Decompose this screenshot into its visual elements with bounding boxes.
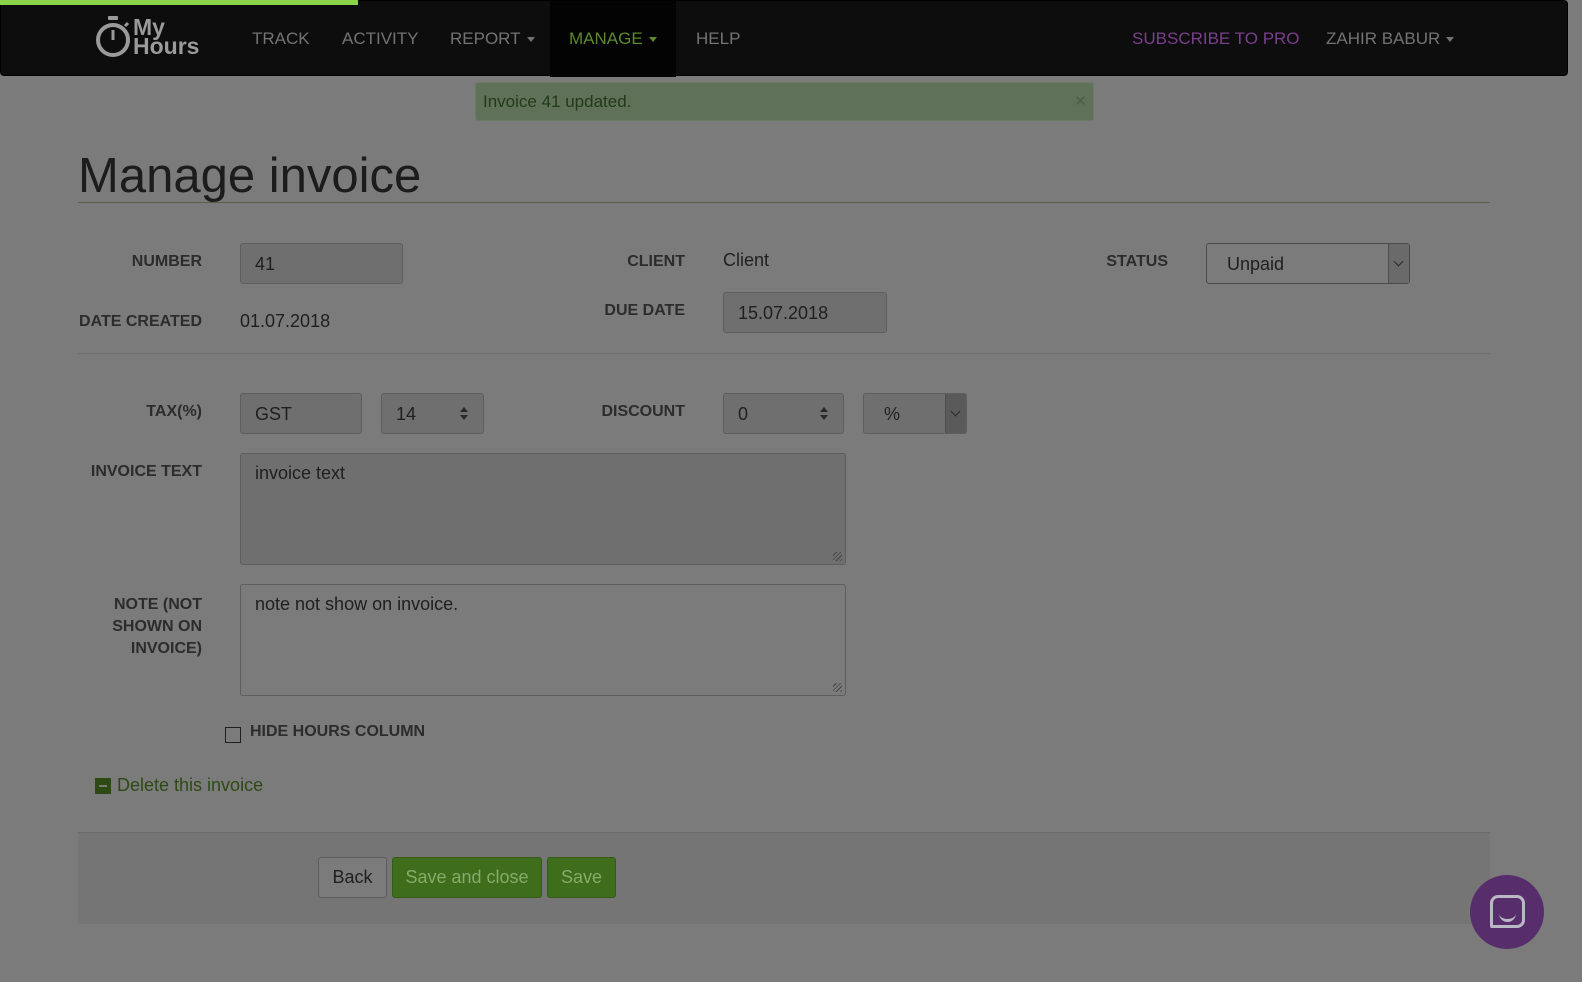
close-icon[interactable]: × — [1075, 83, 1086, 120]
spinner-arrows-icon[interactable] — [459, 407, 469, 421]
nav-user-label: ZAHIR BABUR — [1326, 29, 1441, 48]
nav-manage[interactable]: MANAGE — [550, 1, 676, 77]
top-navbar: My Hours TRACK ACTIVITY REPORT MANAGE HE… — [0, 0, 1568, 77]
discount-value: 0 — [738, 404, 749, 424]
tax-label: TAX(%) — [146, 403, 202, 420]
caret-down-icon — [526, 37, 535, 43]
chat-launcher-button[interactable] — [1470, 875, 1544, 949]
form-actions-bar — [78, 832, 1490, 924]
nav-activity-label: ACTIVITY — [342, 29, 419, 48]
logo-text: My Hours — [133, 16, 200, 59]
nav-report[interactable]: REPORT — [450, 1, 535, 77]
logo[interactable]: My Hours — [95, 15, 199, 59]
nav-manage-label: MANAGE — [569, 29, 643, 48]
spinner-arrows-icon[interactable] — [819, 407, 829, 421]
hide-hours-label[interactable]: HIDE HOURS COLUMN — [250, 723, 425, 741]
chevron-down-icon — [945, 394, 966, 433]
nav-track-label: TRACK — [252, 29, 310, 48]
number-value: 41 — [255, 254, 276, 274]
minus-square-icon — [95, 777, 111, 794]
due-date-input[interactable]: 15.07.2018 — [723, 292, 887, 333]
due-date-label: DUE DATE — [604, 302, 685, 319]
resize-handle-icon[interactable] — [833, 683, 842, 692]
client-value: Client — [723, 250, 770, 270]
logo-text-line2: Hours — [133, 33, 200, 59]
caret-down-icon — [648, 37, 657, 43]
save-and-close-button[interactable]: Save and close — [392, 857, 542, 898]
nav-subscribe-pro[interactable]: SUBSCRIBE TO PRO — [1132, 1, 1300, 77]
nav-activity[interactable]: ACTIVITY — [342, 1, 419, 77]
due-date-value: 15.07.2018 — [738, 303, 829, 323]
number-label: NUMBER — [131, 253, 202, 270]
stopwatch-icon — [95, 15, 131, 59]
number-input[interactable]: 41 — [240, 243, 403, 284]
chevron-down-icon — [1388, 244, 1409, 283]
discount-stepper[interactable]: 0 — [723, 393, 844, 434]
save-button[interactable]: Save — [547, 857, 616, 898]
delete-invoice-label: Delete this invoice — [117, 775, 264, 795]
note-value: note not show on invoice. — [255, 594, 459, 614]
nav-report-label: REPORT — [450, 29, 521, 48]
date-created-value: 01.07.2018 — [240, 311, 331, 331]
status-select-value: Unpaid — [1227, 254, 1285, 274]
nav-help[interactable]: HELP — [696, 1, 740, 77]
tax-name-value: GST — [255, 404, 293, 424]
tax-rate-value: 14 — [396, 404, 417, 424]
date-created-label: DATE CREATED — [79, 313, 202, 330]
success-alert: Invoice 41 updated. × — [475, 82, 1094, 121]
invoice-text-value: invoice text — [255, 463, 346, 483]
delete-invoice-link[interactable]: Delete this invoice — [95, 775, 263, 796]
page-title: Manage invoice — [78, 149, 422, 203]
invoice-text-label: INVOICE TEXT — [90, 463, 202, 480]
caret-down-icon — [1446, 37, 1455, 43]
nav-user-menu[interactable]: ZAHIR BABUR — [1326, 1, 1455, 77]
nav-help-label: HELP — [696, 29, 741, 48]
invoice-text-area[interactable]: invoice text — [240, 453, 846, 565]
back-button[interactable]: Back — [318, 857, 387, 898]
discount-type-value: % — [884, 404, 901, 424]
resize-handle-icon[interactable] — [833, 552, 842, 561]
title-divider — [78, 202, 1490, 203]
nav-subscribe-label: SUBSCRIBE TO PRO — [1132, 29, 1300, 48]
discount-type-select[interactable]: % — [863, 393, 967, 434]
alert-message: Invoice 41 updated. — [483, 92, 632, 111]
tax-rate-stepper[interactable]: 14 — [381, 393, 484, 434]
client-label: CLIENT — [627, 253, 685, 270]
status-select[interactable]: Unpaid — [1206, 243, 1410, 284]
status-label: STATUS — [1106, 253, 1168, 270]
tax-name-input[interactable]: GST — [240, 393, 362, 434]
note-label: NOTE (NOT SHOWN ON INVOICE) — [112, 596, 202, 657]
nav-track[interactable]: TRACK — [252, 1, 310, 77]
discount-label: DISCOUNT — [601, 403, 685, 420]
note-text-area[interactable]: note not show on invoice. — [240, 584, 846, 696]
page-loading-bar — [0, 0, 358, 5]
section-divider — [78, 353, 1490, 354]
hide-hours-checkbox[interactable] — [225, 727, 241, 743]
chat-icon — [1490, 895, 1525, 928]
